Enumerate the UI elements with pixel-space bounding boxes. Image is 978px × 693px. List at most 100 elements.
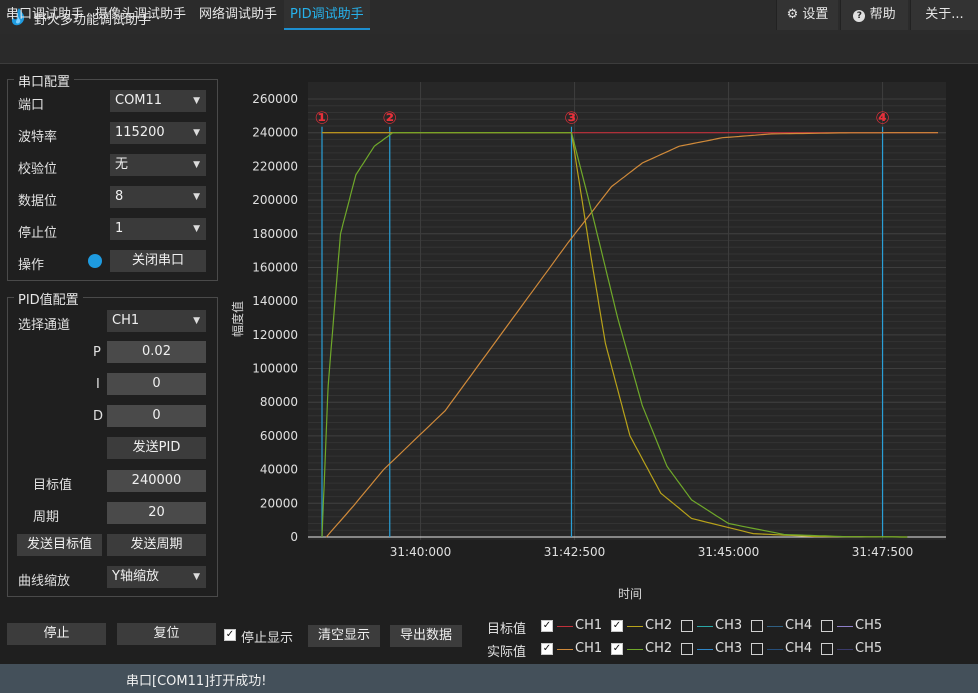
settings-button[interactable]: ⚙ 设置 (776, 0, 838, 30)
reset-button[interactable]: 复位 (117, 623, 216, 645)
period-input[interactable]: 20 (107, 502, 206, 524)
marker-label: ② (383, 109, 397, 129)
tab-serial[interactable]: 串口调试助手 (0, 0, 90, 30)
port-select[interactable]: COM11 ▼ (110, 90, 206, 112)
parity-value: 无 (115, 157, 129, 172)
target-ch2-label: CH2 (645, 618, 673, 633)
y-tick-label: 40000 (260, 463, 298, 477)
y-tick-label: 100000 (252, 362, 298, 376)
p-input[interactable]: 0.02 (107, 341, 206, 363)
stop-display-checkbox[interactable]: ✓ (224, 629, 236, 641)
actual-ch5-label: CH5 (855, 641, 883, 656)
stopbits-value: 1 (115, 221, 124, 236)
gear-icon: ⚙ (786, 7, 799, 22)
port-value: COM11 (115, 93, 163, 108)
stopbits-select[interactable]: 1 ▼ (110, 218, 206, 240)
actual-ch2-label: CH2 (645, 641, 673, 656)
x-tick-label: 31:42:500 (544, 545, 606, 559)
chevron-down-icon: ▼ (193, 224, 200, 234)
actual-ch2-checkbox[interactable]: ✓ (611, 643, 623, 655)
d-input[interactable]: 0 (107, 405, 206, 427)
actual-ch1-checkbox[interactable]: ✓ (541, 643, 553, 655)
actual-ch5-checkbox[interactable]: ✓ (821, 643, 833, 655)
target-ch4-line (767, 626, 783, 627)
export-data-button[interactable]: 导出数据 (390, 625, 462, 647)
actual-ch3-checkbox[interactable]: ✓ (681, 643, 693, 655)
target-ch4-checkbox[interactable]: ✓ (751, 620, 763, 632)
actual-ch4-label: CH4 (785, 641, 813, 656)
target-ch3-line (697, 626, 713, 627)
zoom-select[interactable]: Y轴缩放 ▼ (107, 566, 206, 588)
actual-ch1-label: CH1 (575, 641, 603, 656)
baud-value: 115200 (115, 125, 165, 140)
x-axis-label: 时间 (618, 587, 642, 601)
status-message: 串口[COM11]打开成功! (126, 674, 267, 689)
send-period-button[interactable]: 发送周期 (107, 534, 206, 556)
tab-bar (0, 34, 978, 64)
chevron-down-icon: ▼ (193, 96, 200, 106)
target-ch5-label: CH5 (855, 618, 883, 633)
p-label: P (93, 345, 101, 360)
y-tick-label: 60000 (260, 429, 298, 443)
about-button[interactable]: 关于... (910, 0, 978, 30)
y-tick-label: 260000 (252, 92, 298, 106)
y-axis-label: 幅度值 (230, 301, 245, 337)
chevron-down-icon: ▼ (193, 160, 200, 170)
d-label: D (93, 409, 104, 424)
chevron-down-icon: ▼ (193, 316, 200, 326)
target-legend-label: 目标值 (487, 622, 527, 637)
i-input[interactable]: 0 (107, 373, 206, 395)
y-tick-label: 200000 (252, 193, 298, 207)
target-ch5-checkbox[interactable]: ✓ (821, 620, 833, 632)
chevron-down-icon: ▼ (193, 192, 200, 202)
chevron-down-icon: ▼ (193, 128, 200, 138)
parity-select[interactable]: 无 ▼ (110, 154, 206, 176)
y-tick-label: 220000 (252, 159, 298, 173)
help-button[interactable]: ? 帮助 (840, 0, 908, 30)
help-label: 帮助 (869, 7, 896, 22)
target-ch3-checkbox[interactable]: ✓ (681, 620, 693, 632)
parity-label: 校验位 (18, 162, 58, 177)
port-status-indicator (88, 254, 102, 268)
clear-display-button[interactable]: 清空显示 (308, 625, 380, 647)
target-input[interactable]: 240000 (107, 470, 206, 492)
pid-config-title: PID值配置 (14, 289, 83, 308)
x-tick-label: 31:40:000 (390, 545, 452, 559)
tab-camera[interactable]: 摄像头调试助手 (89, 0, 192, 30)
tab-network[interactable]: 网络调试助手 (193, 0, 283, 30)
send-target-button[interactable]: 发送目标值 (17, 534, 102, 556)
y-tick-label: 160000 (252, 260, 298, 274)
actual-ch2-line (627, 649, 643, 650)
marker-label: ③ (564, 109, 578, 129)
chevron-down-icon: ▼ (193, 572, 200, 582)
y-tick-label: 80000 (260, 395, 298, 409)
target-ch1-checkbox[interactable]: ✓ (541, 620, 553, 632)
target-ch5-line (837, 626, 853, 627)
target-ch2-line (627, 626, 643, 627)
actual-ch3-line (697, 649, 713, 650)
port-label: 端口 (18, 98, 45, 113)
target-ch2-checkbox[interactable]: ✓ (611, 620, 623, 632)
actual-ch1-line (557, 649, 573, 650)
close-port-button[interactable]: 关闭串口 (110, 250, 206, 272)
zoom-label: 曲线缩放 (18, 574, 71, 589)
actual-ch4-line (767, 649, 783, 650)
x-tick-label: 31:45:000 (698, 545, 760, 559)
pid-chart[interactable]: 0 20000 40000 60000 80000 100000 120000 140000 1… (226, 78, 974, 608)
target-ch1-line (557, 626, 573, 627)
baud-label: 波特率 (18, 130, 58, 145)
baud-select[interactable]: 115200 ▼ (110, 122, 206, 144)
y-tick-label: 120000 (252, 328, 298, 342)
channel-select[interactable]: CH1 ▼ (107, 310, 206, 332)
databits-select[interactable]: 8 ▼ (110, 186, 206, 208)
marker-label: ④ (875, 109, 889, 129)
y-tick-label: 20000 (260, 496, 298, 510)
x-tick-label: 31:47:500 (852, 545, 914, 559)
target-ch4-label: CH4 (785, 618, 813, 633)
actual-ch4-checkbox[interactable]: ✓ (751, 643, 763, 655)
marker-label: ① (315, 109, 329, 129)
databits-label: 数据位 (18, 194, 58, 209)
tab-pid[interactable]: PID调试助手 (284, 0, 370, 30)
send-pid-button[interactable]: 发送PID (107, 437, 206, 459)
stop-button[interactable]: 停止 (7, 623, 106, 645)
